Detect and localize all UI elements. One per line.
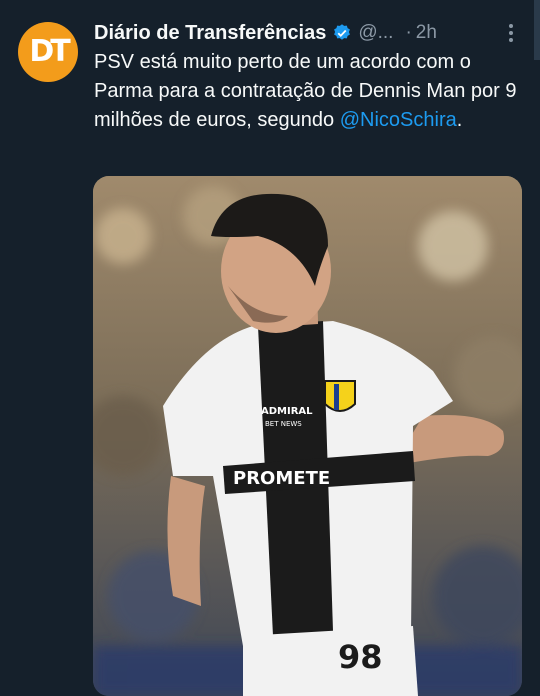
author-handle[interactable]: @... — [358, 22, 393, 44]
player-photo: PROMETE ADMIRAL BET NEWS 98 — [93, 176, 522, 696]
mention-link[interactable]: @NicoSchira — [340, 109, 457, 131]
tweet-text: PSV está muito perto de um acordo com o … — [94, 48, 524, 135]
tweet-photo[interactable]: PROMETE ADMIRAL BET NEWS 98 — [93, 176, 522, 696]
jersey-sponsor: PROMETE — [233, 468, 330, 489]
tweet-timestamp[interactable]: 2h — [416, 22, 437, 44]
left-arm — [167, 476, 205, 606]
tweet-body-end: . — [456, 109, 463, 131]
separator-dot: · — [405, 22, 412, 43]
avatar[interactable]: DT — [18, 22, 78, 82]
jersey-sleeve-sponsor: ADMIRAL — [261, 406, 313, 417]
shirt-number: 98 — [338, 638, 383, 676]
author-display-name[interactable]: Diário de Transferências — [94, 22, 326, 45]
tweet-card[interactable]: DT Diário de Transferências @... · 2h PS… — [0, 0, 540, 696]
avatar-logo: DT — [29, 34, 70, 69]
scrollbar-edge — [534, 0, 540, 60]
more-options-icon[interactable] — [504, 22, 518, 44]
verified-badge-icon — [334, 24, 351, 40]
tweet-header: Diário de Transferências @... · 2h — [94, 18, 526, 48]
shorts — [243, 626, 418, 696]
club-crest — [324, 380, 356, 412]
jersey-sleeve-sub: BET NEWS — [265, 420, 302, 428]
